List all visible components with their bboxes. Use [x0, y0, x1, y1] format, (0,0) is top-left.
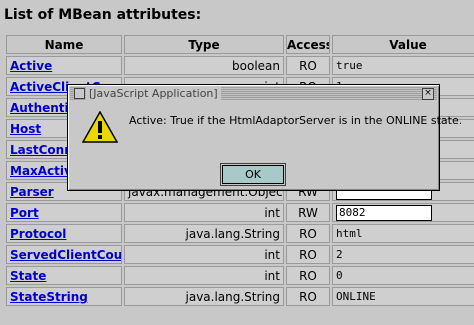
- type-cell: int: [124, 203, 284, 222]
- attribute-link-statestring[interactable]: StateString: [10, 290, 88, 304]
- port-input[interactable]: 8082: [336, 204, 432, 221]
- value-cell: 0: [332, 266, 474, 285]
- attribute-link-active[interactable]: Active: [10, 59, 52, 73]
- attribute-link-host[interactable]: Host: [10, 122, 41, 136]
- header-value: Value: [332, 35, 474, 54]
- table-header-row: Name Type Access Value: [6, 35, 474, 54]
- header-access: Access: [286, 35, 330, 54]
- table-row: Protocol java.lang.String RO html: [6, 224, 474, 243]
- dialog-message: Active: True if the HtmlAdaptorServer is…: [129, 114, 463, 127]
- javascript-alert-dialog: [JavaScript Application] × Active: True …: [67, 84, 462, 191]
- header-name: Name: [6, 35, 122, 54]
- type-cell: boolean: [124, 56, 284, 75]
- type-cell: int: [124, 245, 284, 264]
- attribute-link-port[interactable]: Port: [10, 206, 39, 220]
- table-row: ServedClientCount int RO 2: [6, 245, 474, 264]
- table-row: Active boolean RO true: [6, 56, 474, 75]
- access-cell: RO: [286, 287, 330, 306]
- value-cell: true: [332, 56, 474, 75]
- access-cell: RO: [286, 266, 330, 285]
- dialog-title: [JavaScript Application]: [86, 87, 221, 100]
- type-cell: java.lang.String: [124, 224, 284, 243]
- page-title: List of MBean attributes:: [4, 7, 202, 23]
- access-cell: RO: [286, 224, 330, 243]
- table-row: StateString java.lang.String RO ONLINE: [6, 287, 474, 306]
- window-menu-icon[interactable]: [74, 88, 85, 99]
- value-cell: ONLINE: [332, 287, 474, 306]
- attribute-link-servedclientcount[interactable]: ServedClientCount: [10, 248, 121, 262]
- access-cell: RO: [286, 56, 330, 75]
- close-icon[interactable]: ×: [422, 88, 434, 100]
- header-type: Type: [124, 35, 284, 54]
- value-cell: html: [332, 224, 474, 243]
- type-cell: java.lang.String: [124, 287, 284, 306]
- attribute-link-parser[interactable]: Parser: [10, 185, 54, 199]
- table-row: State int RO 0: [6, 266, 474, 285]
- attribute-link-protocol[interactable]: Protocol: [10, 227, 66, 241]
- table-row: Port int RW 8082: [6, 203, 474, 222]
- value-cell: 2: [332, 245, 474, 264]
- ok-button[interactable]: OK: [220, 163, 286, 186]
- attribute-link-state[interactable]: State: [10, 269, 46, 283]
- access-cell: RO: [286, 245, 330, 264]
- dialog-titlebar[interactable]: [JavaScript Application] ×: [70, 87, 437, 100]
- warning-icon: [82, 111, 118, 143]
- access-cell: RW: [286, 203, 330, 222]
- type-cell: int: [124, 266, 284, 285]
